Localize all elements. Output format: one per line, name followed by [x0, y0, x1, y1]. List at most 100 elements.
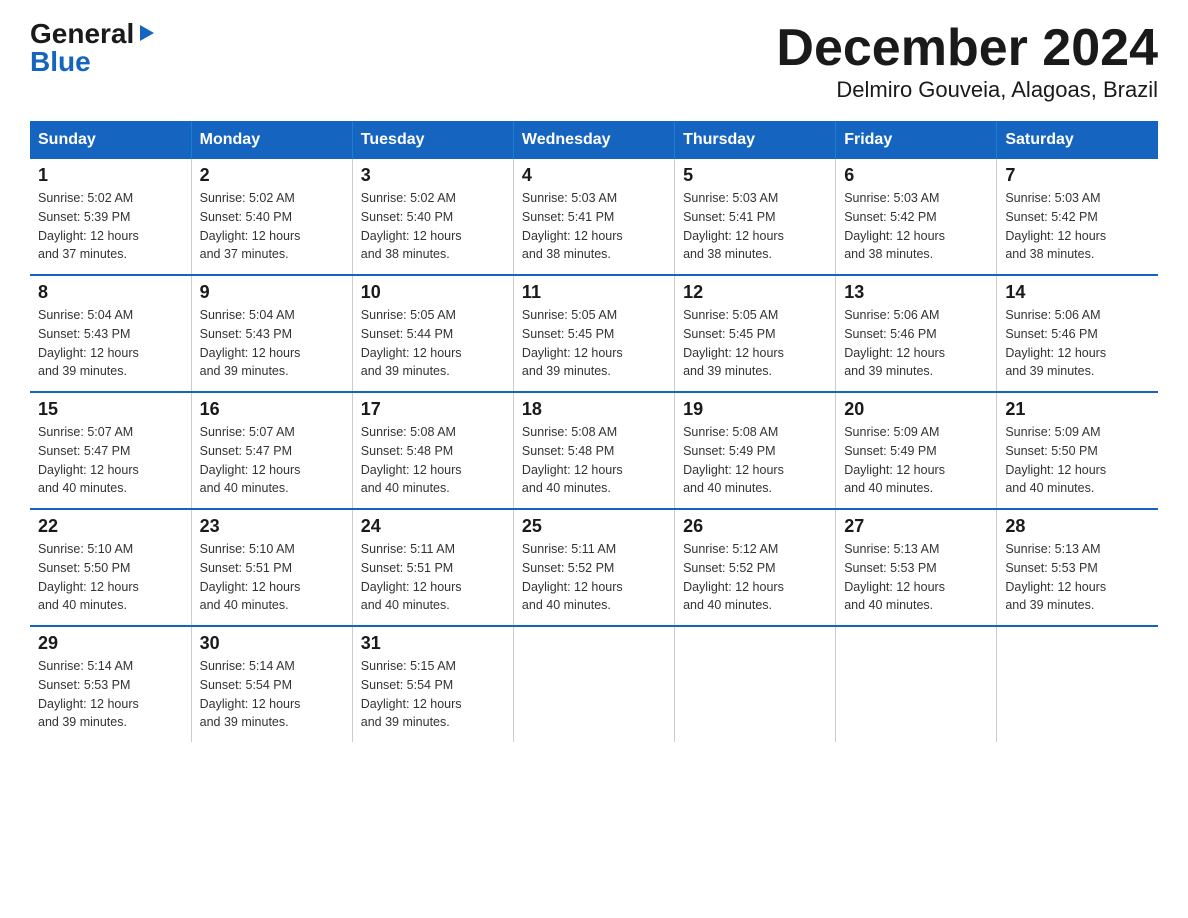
day-info: Sunrise: 5:08 AMSunset: 5:49 PMDaylight:… — [683, 423, 827, 498]
calendar-table: SundayMondayTuesdayWednesdayThursdayFrid… — [30, 121, 1158, 742]
calendar-cell: 26 Sunrise: 5:12 AMSunset: 5:52 PMDayligh… — [675, 509, 836, 626]
calendar-cell: 14 Sunrise: 5:06 AMSunset: 5:46 PMDayligh… — [997, 275, 1158, 392]
calendar-cell: 15Sunrise: 5:07 AMSunset: 5:47 PMDayligh… — [30, 392, 191, 509]
logo-arrow-icon — [136, 23, 156, 43]
day-info: Sunrise: 5:09 AMSunset: 5:49 PMDaylight:… — [844, 423, 988, 498]
day-info: Sunrise: 5:06 AMSunset: 5:46 PMDaylight:… — [1005, 306, 1150, 381]
day-number: 26 — [683, 516, 827, 537]
day-number: 13 — [844, 282, 988, 303]
header-tuesday: Tuesday — [352, 121, 513, 159]
calendar-cell: 21 Sunrise: 5:09 AMSunset: 5:50 PMDayligh… — [997, 392, 1158, 509]
day-number: 31 — [361, 633, 505, 654]
day-info: Sunrise: 5:15 AMSunset: 5:54 PMDaylight:… — [361, 657, 505, 732]
day-info: Sunrise: 5:02 AMSunset: 5:39 PMDaylight:… — [38, 189, 183, 264]
week-row-4: 22 Sunrise: 5:10 AMSunset: 5:50 PMDayligh… — [30, 509, 1158, 626]
calendar-cell: 19Sunrise: 5:08 AMSunset: 5:49 PMDayligh… — [675, 392, 836, 509]
day-number: 7 — [1005, 165, 1150, 186]
day-number: 21 — [1005, 399, 1150, 420]
day-number: 8 — [38, 282, 183, 303]
calendar-cell: 13 Sunrise: 5:06 AMSunset: 5:46 PMDayligh… — [836, 275, 997, 392]
calendar-cell: 25 Sunrise: 5:11 AMSunset: 5:52 PMDayligh… — [513, 509, 674, 626]
logo-blue: Blue — [30, 48, 156, 76]
title-block: December 2024 Delmiro Gouveia, Alagoas, … — [776, 20, 1158, 103]
calendar-cell: 3Sunrise: 5:02 AMSunset: 5:40 PMDaylight… — [352, 159, 513, 275]
header-thursday: Thursday — [675, 121, 836, 159]
day-number: 17 — [361, 399, 505, 420]
calendar-cell: 27 Sunrise: 5:13 AMSunset: 5:53 PMDayligh… — [836, 509, 997, 626]
day-number: 27 — [844, 516, 988, 537]
day-number: 16 — [200, 399, 344, 420]
day-number: 18 — [522, 399, 666, 420]
header-wednesday: Wednesday — [513, 121, 674, 159]
week-row-1: 1Sunrise: 5:02 AMSunset: 5:39 PMDaylight… — [30, 159, 1158, 275]
logo: General Blue — [30, 20, 156, 76]
day-number: 14 — [1005, 282, 1150, 303]
week-row-3: 15Sunrise: 5:07 AMSunset: 5:47 PMDayligh… — [30, 392, 1158, 509]
day-number: 9 — [200, 282, 344, 303]
calendar-cell: 17 Sunrise: 5:08 AMSunset: 5:48 PMDayligh… — [352, 392, 513, 509]
calendar-cell: 12Sunrise: 5:05 AMSunset: 5:45 PMDayligh… — [675, 275, 836, 392]
logo-general: General — [30, 20, 134, 48]
day-number: 4 — [522, 165, 666, 186]
calendar-cell: 22 Sunrise: 5:10 AMSunset: 5:50 PMDayligh… — [30, 509, 191, 626]
calendar-cell — [997, 626, 1158, 742]
day-info: Sunrise: 5:14 AMSunset: 5:53 PMDaylight:… — [38, 657, 183, 732]
day-info: Sunrise: 5:12 AMSunset: 5:52 PMDaylight:… — [683, 540, 827, 615]
day-info: Sunrise: 5:11 AMSunset: 5:51 PMDaylight:… — [361, 540, 505, 615]
calendar-cell: 6 Sunrise: 5:03 AMSunset: 5:42 PMDaylight… — [836, 159, 997, 275]
day-info: Sunrise: 5:13 AMSunset: 5:53 PMDaylight:… — [1005, 540, 1150, 615]
calendar-cell: 30Sunrise: 5:14 AMSunset: 5:54 PMDayligh… — [191, 626, 352, 742]
day-info: Sunrise: 5:08 AMSunset: 5:48 PMDaylight:… — [361, 423, 505, 498]
day-number: 23 — [200, 516, 344, 537]
calendar-cell: 9Sunrise: 5:04 AMSunset: 5:43 PMDaylight… — [191, 275, 352, 392]
week-row-5: 29 Sunrise: 5:14 AMSunset: 5:53 PMDayligh… — [30, 626, 1158, 742]
calendar-cell: 7 Sunrise: 5:03 AMSunset: 5:42 PMDaylight… — [997, 159, 1158, 275]
day-info: Sunrise: 5:08 AMSunset: 5:48 PMDaylight:… — [522, 423, 666, 498]
day-info: Sunrise: 5:03 AMSunset: 5:41 PMDaylight:… — [683, 189, 827, 264]
calendar-cell: 28 Sunrise: 5:13 AMSunset: 5:53 PMDayligh… — [997, 509, 1158, 626]
day-info: Sunrise: 5:03 AMSunset: 5:42 PMDaylight:… — [844, 189, 988, 264]
calendar-cell: 20 Sunrise: 5:09 AMSunset: 5:49 PMDayligh… — [836, 392, 997, 509]
header-saturday: Saturday — [997, 121, 1158, 159]
day-info: Sunrise: 5:10 AMSunset: 5:51 PMDaylight:… — [200, 540, 344, 615]
day-number: 29 — [38, 633, 183, 654]
day-number: 28 — [1005, 516, 1150, 537]
day-info: Sunrise: 5:13 AMSunset: 5:53 PMDaylight:… — [844, 540, 988, 615]
day-info: Sunrise: 5:02 AMSunset: 5:40 PMDaylight:… — [200, 189, 344, 264]
calendar-cell: 11Sunrise: 5:05 AMSunset: 5:45 PMDayligh… — [513, 275, 674, 392]
calendar-cell: 24Sunrise: 5:11 AMSunset: 5:51 PMDayligh… — [352, 509, 513, 626]
header-monday: Monday — [191, 121, 352, 159]
day-number: 22 — [38, 516, 183, 537]
day-info: Sunrise: 5:11 AMSunset: 5:52 PMDaylight:… — [522, 540, 666, 615]
calendar-cell: 1Sunrise: 5:02 AMSunset: 5:39 PMDaylight… — [30, 159, 191, 275]
calendar-cell: 23 Sunrise: 5:10 AMSunset: 5:51 PMDayligh… — [191, 509, 352, 626]
day-info: Sunrise: 5:02 AMSunset: 5:40 PMDaylight:… — [361, 189, 505, 264]
day-number: 6 — [844, 165, 988, 186]
calendar-subtitle: Delmiro Gouveia, Alagoas, Brazil — [776, 77, 1158, 103]
day-info: Sunrise: 5:07 AMSunset: 5:47 PMDaylight:… — [200, 423, 344, 498]
calendar-cell — [836, 626, 997, 742]
day-info: Sunrise: 5:03 AMSunset: 5:42 PMDaylight:… — [1005, 189, 1150, 264]
calendar-cell: 5 Sunrise: 5:03 AMSunset: 5:41 PMDaylight… — [675, 159, 836, 275]
day-info: Sunrise: 5:06 AMSunset: 5:46 PMDaylight:… — [844, 306, 988, 381]
calendar-cell: 8 Sunrise: 5:04 AMSunset: 5:43 PMDaylight… — [30, 275, 191, 392]
calendar-cell: 31 Sunrise: 5:15 AMSunset: 5:54 PMDayligh… — [352, 626, 513, 742]
page-header: General Blue December 2024 Delmiro Gouve… — [30, 20, 1158, 103]
calendar-cell — [513, 626, 674, 742]
day-number: 25 — [522, 516, 666, 537]
calendar-cell: 29 Sunrise: 5:14 AMSunset: 5:53 PMDayligh… — [30, 626, 191, 742]
day-info: Sunrise: 5:10 AMSunset: 5:50 PMDaylight:… — [38, 540, 183, 615]
calendar-cell — [675, 626, 836, 742]
day-info: Sunrise: 5:07 AMSunset: 5:47 PMDaylight:… — [38, 423, 183, 498]
day-info: Sunrise: 5:14 AMSunset: 5:54 PMDaylight:… — [200, 657, 344, 732]
day-number: 10 — [361, 282, 505, 303]
calendar-cell: 18 Sunrise: 5:08 AMSunset: 5:48 PMDayligh… — [513, 392, 674, 509]
day-info: Sunrise: 5:05 AMSunset: 5:45 PMDaylight:… — [522, 306, 666, 381]
day-info: Sunrise: 5:09 AMSunset: 5:50 PMDaylight:… — [1005, 423, 1150, 498]
day-number: 5 — [683, 165, 827, 186]
calendar-cell: 10Sunrise: 5:05 AMSunset: 5:44 PMDayligh… — [352, 275, 513, 392]
calendar-cell: 16 Sunrise: 5:07 AMSunset: 5:47 PMDayligh… — [191, 392, 352, 509]
day-info: Sunrise: 5:04 AMSunset: 5:43 PMDaylight:… — [38, 306, 183, 381]
day-number: 20 — [844, 399, 988, 420]
calendar-cell: 4Sunrise: 5:03 AMSunset: 5:41 PMDaylight… — [513, 159, 674, 275]
